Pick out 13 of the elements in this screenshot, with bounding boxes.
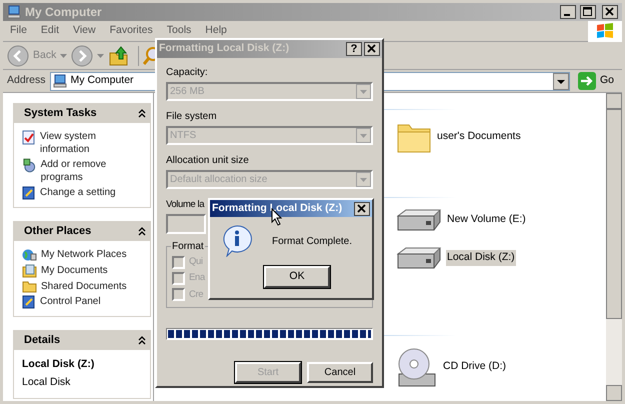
checkbox-label: Qui (189, 255, 203, 269)
field-label: Capacity: (166, 66, 209, 79)
details-type: Local Disk (22, 374, 72, 390)
message-text: Format Complete. (272, 234, 352, 248)
details-name: Local Disk (Z:) (22, 357, 96, 372)
window-title: My Computer (25, 4, 103, 21)
field-label: File system (166, 110, 218, 123)
checkbox-label: Cre (189, 288, 204, 302)
field-label: Allocation unit size (166, 154, 250, 167)
address-label: Address (7, 73, 46, 88)
field-label: Volume la (166, 198, 204, 211)
checkbox-label: Ena (189, 271, 205, 286)
dialog-title-bar: Formatting Local Disk (Z:) (210, 200, 372, 217)
